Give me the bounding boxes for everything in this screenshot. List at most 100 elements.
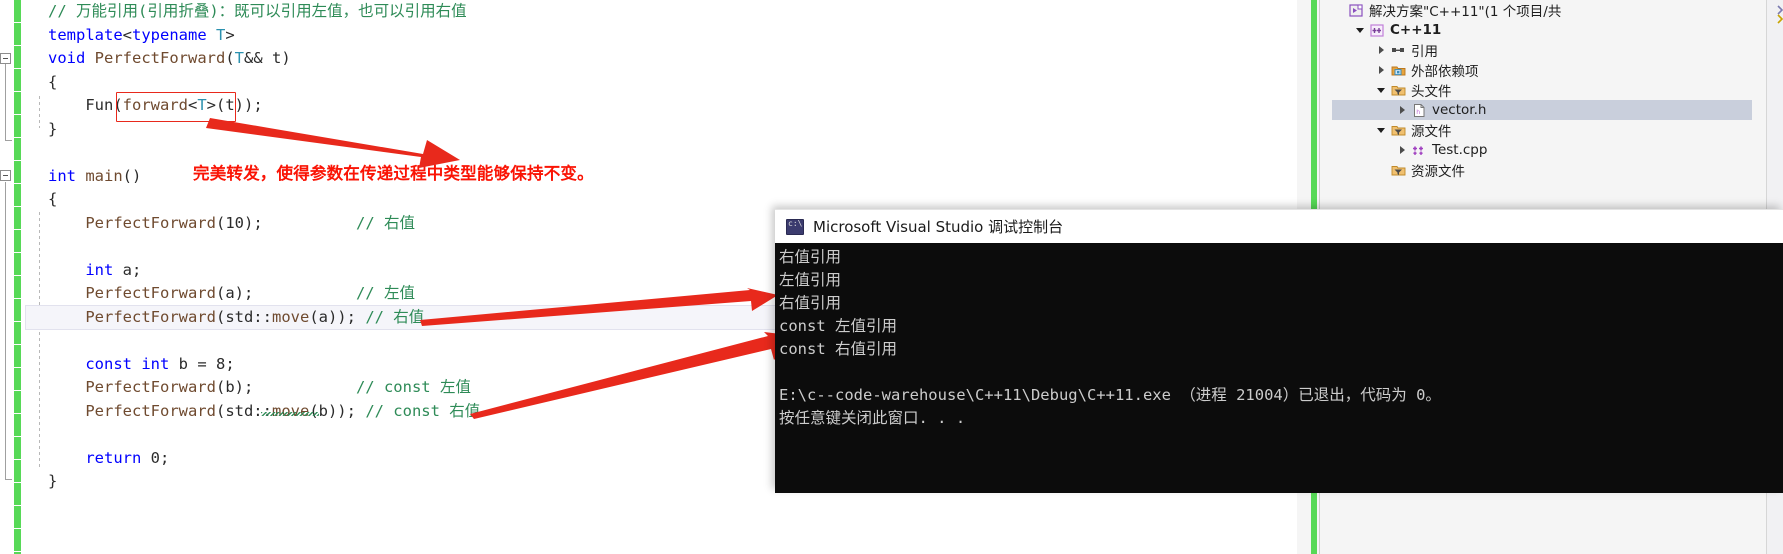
- code-token: {: [48, 190, 58, 208]
- solution-tree-item[interactable]: 资源文件: [1332, 160, 1752, 180]
- code-token: PerfectForward: [48, 401, 216, 420]
- solution-tree-item[interactable]: 解决方案"C++11"(1 个项目/共: [1332, 0, 1752, 20]
- code-token: // const 左值: [355, 378, 471, 396]
- code-token: forward: [122, 96, 188, 114]
- code-line[interactable]: }: [26, 118, 1296, 142]
- console-app-icon: [786, 218, 804, 235]
- console-line: E:\c--code-warehouse\C++11\Debug\C++11.e…: [779, 386, 1441, 404]
- cpp-file-icon: [1409, 143, 1429, 158]
- collapse-toggle-main[interactable]: [0, 170, 11, 181]
- code-line[interactable]: {: [26, 71, 1296, 95]
- code-line[interactable]: Fun(forward<T>(t));: [26, 94, 1296, 118]
- code-token: int: [141, 354, 170, 373]
- header-file-icon: h: [1409, 103, 1429, 118]
- chevron-down-icon[interactable]: [1374, 127, 1388, 133]
- console-title-bar[interactable]: Microsoft Visual Studio 调试控制台: [775, 209, 1783, 243]
- annotation-text: 完美转发，使得参数在传递过程中类型能够保持不变。: [193, 164, 594, 183]
- chevron-right-icon[interactable]: [1395, 106, 1409, 114]
- code-token: // 万能引用(引用折叠)：既可以引用左值，也可以引用右值: [48, 2, 467, 20]
- collapse-toggle-function[interactable]: [0, 53, 11, 64]
- outline-guide-main: [5, 182, 6, 479]
- solution-tree-item-label: 解决方案"C++11"(1 个项目/共: [1369, 4, 1562, 20]
- solution-tree-item[interactable]: C++11: [1332, 20, 1752, 40]
- code-token: );: [244, 213, 263, 232]
- solution-tree-item[interactable]: 源文件: [1332, 120, 1752, 140]
- change-tracking-margin: [14, 0, 21, 554]
- solution-tree-item[interactable]: 引用: [1332, 40, 1752, 60]
- code-token: <: [122, 25, 132, 44]
- solution-tree-item[interactable]: 外部依赖项: [1332, 60, 1752, 80]
- solution-tree[interactable]: 解决方案"C++11"(1 个项目/共 C++11 引用 外部依赖项头文件 h vecto…: [1332, 0, 1752, 180]
- code-line[interactable]: template<typename T>: [26, 24, 1296, 48]
- code-token: <: [187, 96, 198, 114]
- code-token: template: [48, 25, 123, 44]
- code-token: (b));: [309, 401, 366, 420]
- console-title-text: Microsoft Visual Studio 调试控制台: [813, 218, 1064, 236]
- solution-tree-item[interactable]: Test.cpp: [1332, 140, 1752, 160]
- code-token: int: [85, 260, 114, 279]
- code-token: main: [85, 166, 123, 185]
- solution-tree-item-label: 头文件: [1411, 84, 1452, 100]
- code-token: T: [197, 96, 207, 114]
- code-token: // const 右值: [365, 401, 481, 420]
- code-token: (std::: [215, 401, 272, 420]
- code-token: T: [234, 49, 245, 67]
- project-icon: [1367, 23, 1387, 38]
- code-token: (a));: [309, 307, 366, 326]
- svg-text:h: h: [1416, 109, 1420, 116]
- solution-tree-item-label: Test.cpp: [1432, 142, 1488, 158]
- chevron-right-icon[interactable]: [1374, 66, 1388, 74]
- properties-window-icon[interactable]: [1775, 3, 1783, 29]
- code-token: 0: [150, 448, 161, 467]
- solution-tree-item[interactable]: 头文件: [1332, 80, 1752, 100]
- chevron-right-icon[interactable]: [1374, 46, 1388, 54]
- code-token: // 左值: [355, 284, 415, 302]
- code-token: PerfectForward: [48, 378, 216, 396]
- references-icon: [1388, 43, 1408, 58]
- code-line[interactable]: // 万能引用(引用折叠)：既可以引用左值，也可以引用右值: [26, 0, 1296, 24]
- code-token: (std::: [215, 307, 272, 326]
- code-token: PerfectForward: [94, 49, 226, 67]
- code-token: a;: [113, 260, 142, 279]
- debug-console-window[interactable]: Microsoft Visual Studio 调试控制台 右值引用左值引用右值…: [775, 209, 1783, 493]
- code-line[interactable]: {: [26, 188, 1296, 212]
- console-output: 右值引用 左值引用 右值引用 const 左值引用 const 右值引用 E:\c--co…: [775, 243, 1783, 493]
- code-token: {: [48, 72, 58, 91]
- code-token: (: [225, 49, 235, 67]
- solution-tree-item[interactable]: h vector.h: [1332, 100, 1752, 120]
- code-token: move: [271, 401, 310, 420]
- chevron-down-icon[interactable]: [1374, 87, 1388, 93]
- code-token: ;: [160, 448, 170, 467]
- code-token: && t): [244, 49, 291, 67]
- code-token: >(t));: [206, 96, 263, 114]
- chevron-right-icon[interactable]: [1395, 146, 1409, 154]
- solution-tree-item-label: 资源文件: [1411, 164, 1465, 180]
- code-token: PerfectForward: [48, 307, 216, 326]
- code-token: (a);: [215, 284, 254, 302]
- solution-tree-item-label: 引用: [1411, 44, 1438, 60]
- code-token: return: [85, 448, 142, 467]
- console-line: 按任意键关闭此窗口. . .: [779, 409, 966, 427]
- solution-tree-item-label: C++11: [1390, 22, 1442, 38]
- outline-guide-function-foot: [5, 140, 12, 141]
- code-line[interactable]: void PerfectForward(T&& t): [26, 47, 1296, 71]
- code-token: ;: [225, 354, 235, 373]
- chevron-down-icon[interactable]: [1353, 27, 1367, 33]
- code-token: }: [48, 119, 58, 138]
- code-token: b =: [169, 354, 217, 373]
- console-line: 右值引用: [779, 294, 842, 312]
- filter-icon: [1388, 123, 1408, 138]
- code-token: (: [215, 213, 226, 232]
- filter-icon: [1388, 163, 1408, 178]
- console-line: const 左值引用: [779, 317, 897, 335]
- code-token: // 右值: [365, 307, 425, 326]
